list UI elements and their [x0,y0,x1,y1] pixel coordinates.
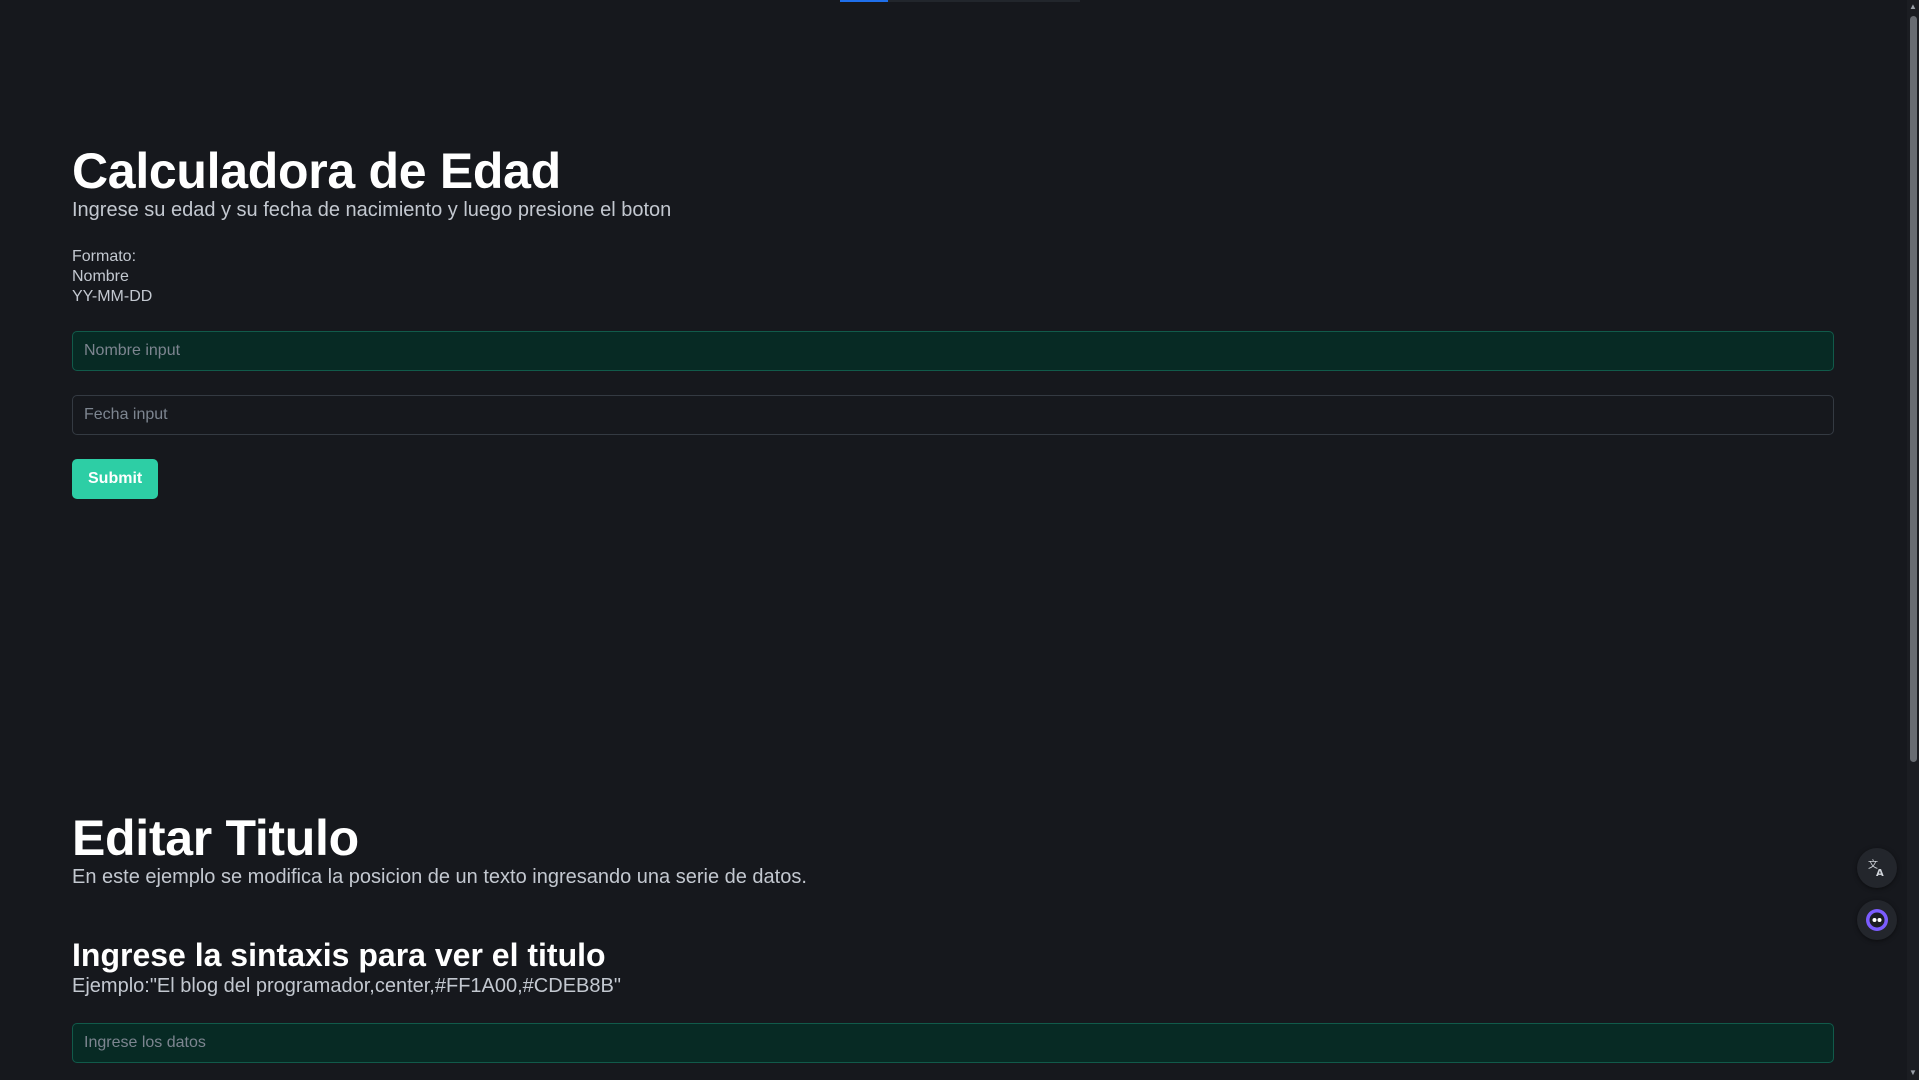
syntax-example: Ejemplo:"El blog del programador,center,… [72,975,621,997]
scrollbar-thumb[interactable] [1910,16,1917,762]
date-input[interactable] [72,395,1834,435]
format-label: Formato: [72,248,137,265]
format-date: YY-MM-DD [72,288,153,305]
svg-text:A: A [1876,868,1884,879]
assistant-icon [1866,909,1888,931]
format-name: Nombre [72,268,129,285]
top-progress-indicator [840,0,1080,2]
edit-title-heading: Editar Titulo [72,810,359,866]
format-info: Formato: Nombre YY-MM-DD [72,247,152,307]
syntax-heading: Ingrese la sintaxis para ver el titulo [72,937,606,973]
edit-title-subtitle: En este ejemplo se modifica la posicion … [72,866,807,888]
translate-button[interactable]: 文 A [1857,848,1897,888]
page: Calculadora de Edad Ingrese su edad y su… [0,0,1919,1080]
assistant-button[interactable] [1857,900,1897,940]
submit-button[interactable]: Submit [72,459,158,499]
scroll-down-arrow[interactable]: ▼ [1907,1066,1919,1080]
vertical-scrollbar[interactable]: ▲ ▼ [1907,0,1919,1080]
data-input[interactable] [72,1023,1834,1063]
translate-icon: 文 A [1868,858,1884,879]
age-calculator-title: Calculadora de Edad [72,143,561,199]
scroll-up-arrow[interactable]: ▲ [1907,0,1919,14]
name-input[interactable] [72,331,1834,371]
top-progress-active [840,0,888,2]
age-calculator-subtitle: Ingrese su edad y su fecha de nacimiento… [72,199,672,221]
